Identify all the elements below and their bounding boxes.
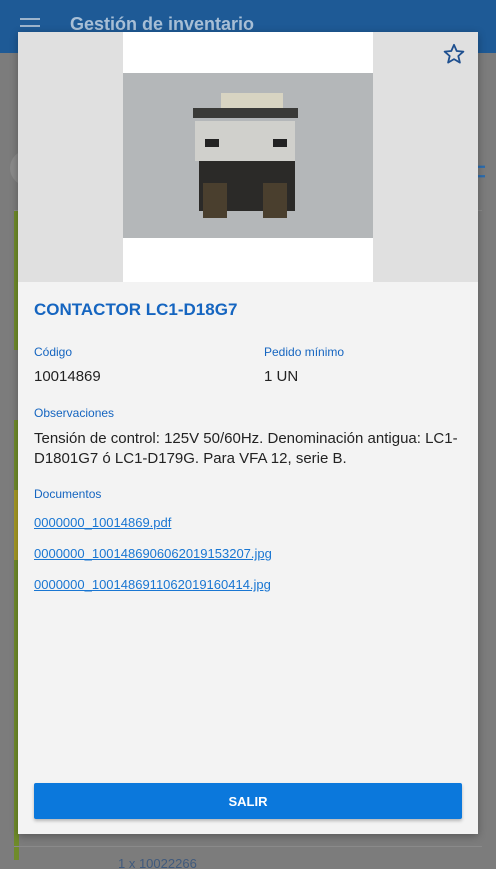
star-outline-icon[interactable]: [442, 42, 466, 66]
document-link[interactable]: 0000000_1001486911062019160414.jpg: [34, 577, 271, 592]
product-detail-dialog: CONTACTOR LC1-D18G7 Código 10014869 Pedi…: [18, 32, 478, 834]
background-list-item-text: 1 x 10022266: [118, 856, 197, 869]
document-link[interactable]: 0000000_1001486906062019153207.jpg: [34, 546, 272, 561]
min-order-label: Pedido mínimo: [264, 345, 345, 359]
product-title: CONTACTOR LC1-D18G7: [34, 300, 238, 319]
document-link[interactable]: 0000000_10014869.pdf: [34, 515, 171, 530]
product-photo: [123, 73, 373, 238]
background-row-divider: [14, 846, 482, 847]
code-label: Código: [34, 345, 73, 359]
documents-label: Documentos: [34, 487, 102, 501]
code-value: 10014869: [34, 368, 101, 385]
min-order-value: 1 UN: [264, 368, 299, 385]
product-image-area: [18, 32, 478, 282]
product-image-frame: [123, 32, 373, 282]
exit-button[interactable]: SALIR: [34, 783, 462, 819]
observations-text: Tensión de control: 125V 50/60Hz. Denomi…: [34, 430, 458, 467]
observations-label: Observaciones: [34, 406, 115, 420]
